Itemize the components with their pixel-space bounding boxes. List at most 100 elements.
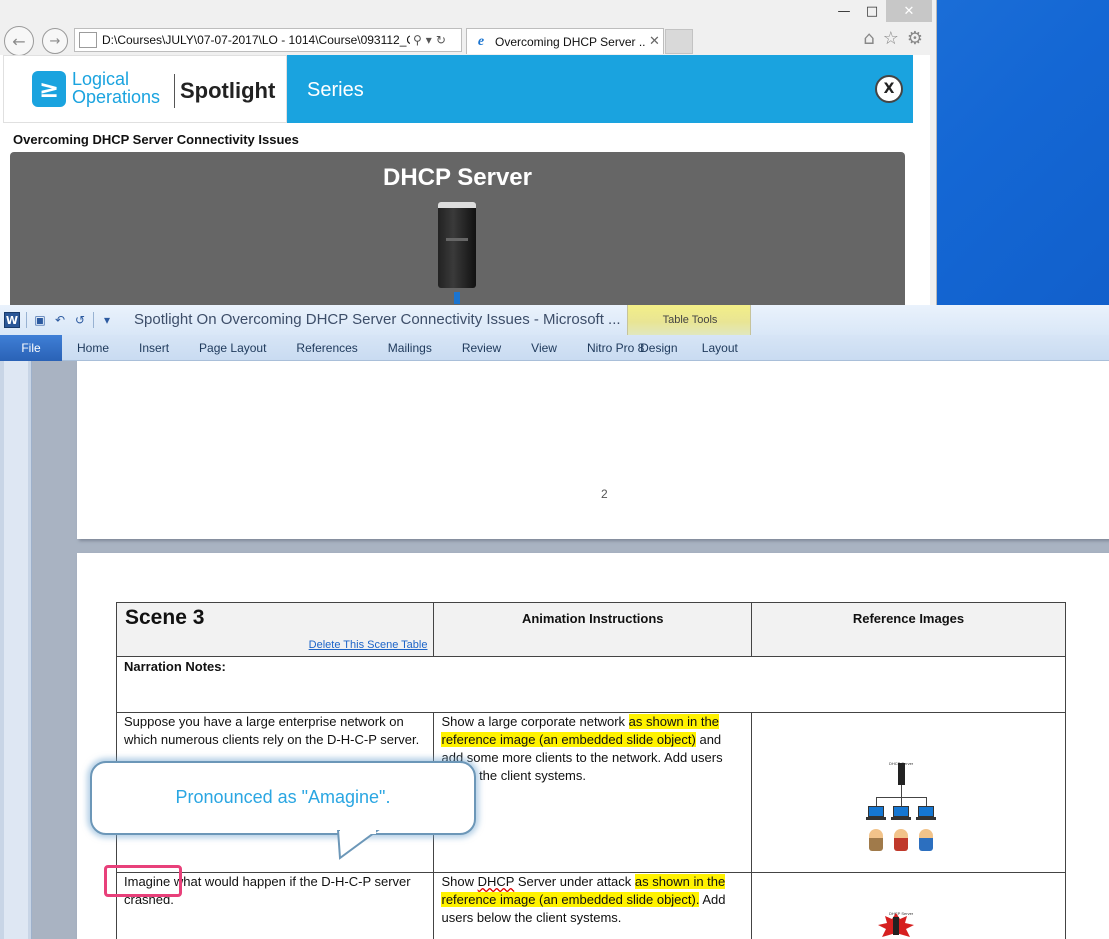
table-tools-label: Table Tools — [662, 314, 718, 326]
word-app-icon[interactable]: W — [4, 312, 20, 328]
connector-line — [925, 797, 927, 806]
course-title: Overcoming DHCP Server Connectivity Issu… — [13, 132, 299, 147]
dropdown-arrow-icon[interactable]: ▾ — [426, 33, 432, 47]
page-number: 2 — [601, 487, 608, 501]
spotlight-header: ≥ Logical Operations Spotlight Series X — [3, 55, 913, 123]
vertical-ruler — [0, 361, 32, 939]
tab-home[interactable]: Home — [62, 341, 124, 355]
toolbar-divider — [93, 312, 94, 328]
logical-operations-logo-icon: ≥ — [32, 71, 66, 107]
animation-instructions-header[interactable]: Animation Instructions — [433, 602, 752, 657]
laptop-icon — [917, 806, 934, 817]
animation-text: Show a large corporate network — [441, 714, 629, 729]
redo-icon[interactable]: ↺ — [73, 313, 87, 327]
narration-text: Suppose you have a large enterprise netw… — [124, 714, 420, 747]
narration-notes-cell[interactable]: Narration Notes: — [116, 656, 1066, 713]
spellcheck-word: DHCP — [477, 874, 515, 889]
word-window: W ▣ ↶ ↺ ▾ Spotlight On Overcoming DHCP S… — [0, 305, 1109, 939]
ie-icon: e — [477, 33, 485, 49]
new-tab-button[interactable] — [665, 29, 693, 54]
table-tools-tabs: Design Layout — [628, 335, 750, 361]
laptop-icon — [890, 817, 911, 820]
series-bar: Series X — [287, 55, 913, 123]
browser-navigation-bar: ← → D:\Courses\JULY\07-07-2017\LO - 1014… — [0, 24, 937, 56]
narration-notes-label: Narration Notes: — [124, 659, 226, 674]
logo-line-1: Logical — [72, 69, 130, 89]
connector-line — [900, 785, 902, 797]
server-attack-icon — [877, 913, 914, 937]
quick-access-toolbar: W ▣ ↶ ↺ ▾ — [4, 312, 114, 328]
laptop-icon — [867, 806, 884, 817]
tab-page-layout[interactable]: Page Layout — [184, 341, 281, 355]
tab-review[interactable]: Review — [447, 341, 516, 355]
maximize-button[interactable]: □ — [858, 0, 886, 22]
page-icon — [79, 32, 97, 48]
address-bar[interactable]: D:\Courses\JULY\07-07-2017\LO - 1014\Cou… — [74, 28, 462, 52]
ribbon-tabs: File Home Insert Page Layout References … — [0, 335, 659, 361]
home-icon[interactable]: ⌂ — [863, 28, 874, 49]
address-text[interactable]: D:\Courses\JULY\07-07-2017\LO - 1014\Cou… — [102, 33, 410, 47]
tab-layout[interactable]: Layout — [702, 341, 738, 355]
star-icon[interactable]: ☆ — [883, 28, 899, 49]
connector-line — [900, 797, 902, 806]
laptop-icon — [915, 817, 936, 820]
browser-window: — □ ✕ ← → D:\Courses\JULY\07-07-2017\LO … — [0, 0, 937, 312]
spotlight-brand: Spotlight — [180, 78, 276, 103]
close-course-button[interactable]: X — [875, 75, 903, 103]
reference-image-cell[interactable]: DHCP Server — [750, 872, 1067, 939]
logo-line-2: Operations — [72, 87, 161, 107]
laptop-icon — [865, 817, 886, 820]
server-cable-icon — [454, 292, 460, 304]
animation-text: Show — [441, 874, 478, 889]
annotation-highlight-box — [104, 865, 182, 897]
animation-text: Server under attack — [514, 874, 635, 889]
scene-title: Scene 3 — [125, 606, 205, 629]
server-tower-icon — [438, 202, 476, 288]
tab-mailings[interactable]: Mailings — [373, 341, 447, 355]
laptop-icon — [892, 806, 909, 817]
document-area[interactable]: 2 Scene 3 Delete This Scene Table Animat… — [0, 361, 1109, 939]
tab-file[interactable]: File — [0, 335, 62, 361]
reference-image-cell[interactable]: DHCP Server — [750, 712, 1067, 873]
server-icon — [897, 763, 905, 785]
reference-images-header[interactable]: Reference Images — [750, 602, 1067, 657]
close-window-button[interactable]: ✕ — [886, 0, 932, 22]
close-tab-icon[interactable]: ✕ — [649, 34, 660, 49]
animation-cell[interactable]: Show a large corporate network as shown … — [433, 712, 752, 873]
tab-insert[interactable]: Insert — [124, 341, 184, 355]
course-page: ≥ Logical Operations Spotlight Series X … — [0, 55, 930, 312]
save-icon[interactable]: ▣ — [33, 313, 47, 327]
tab-design[interactable]: Design — [640, 341, 677, 355]
minimize-button[interactable]: — — [830, 0, 858, 22]
undo-icon[interactable]: ↶ — [53, 313, 67, 327]
annotation-callout: Pronounced as "Amagine". — [90, 761, 476, 835]
forward-arrow-icon[interactable]: → — [42, 28, 68, 54]
word-title-bar: W ▣ ↶ ↺ ▾ Spotlight On Overcoming DHCP S… — [0, 305, 1109, 335]
animation-cell[interactable]: Show DHCP Server under attack as shown i… — [433, 872, 752, 939]
user-icon — [918, 829, 933, 851]
gear-icon[interactable]: ⚙ — [907, 28, 923, 49]
logo-text: Logical Operations — [72, 70, 160, 106]
scene-title-cell[interactable]: Scene 3 Delete This Scene Table — [115, 602, 435, 657]
network-diagram-image[interactable]: DHCP Server — [752, 713, 1064, 871]
callout-pointer — [336, 830, 380, 860]
tab-view[interactable]: View — [516, 341, 572, 355]
user-icon — [893, 829, 908, 851]
tab-references[interactable]: References — [281, 341, 372, 355]
logo: ≥ Logical Operations Spotlight — [3, 55, 287, 123]
server-attack-image[interactable]: DHCP Server — [752, 873, 1064, 939]
logo-divider — [174, 74, 175, 108]
back-arrow-icon[interactable]: ← — [4, 26, 34, 56]
delete-scene-table-link[interactable]: Delete This Scene Table — [309, 636, 428, 654]
callout-text: Pronounced as "Amagine". — [175, 787, 391, 807]
document-page[interactable]: 2 — [77, 361, 1109, 539]
browser-tab[interactable]: e Overcoming DHCP Server ... ✕ — [466, 28, 664, 54]
refresh-icon[interactable]: ↻ — [436, 33, 446, 47]
window-controls: — □ ✕ — [830, 0, 932, 22]
document-page[interactable]: Scene 3 Delete This Scene Table Animatio… — [77, 553, 1109, 939]
customize-toolbar-icon[interactable]: ▾ — [100, 313, 114, 327]
connector-line — [875, 797, 877, 806]
search-icon[interactable]: ⚲ — [413, 33, 422, 47]
document-title: Spotlight On Overcoming DHCP Server Conn… — [134, 311, 621, 328]
slide-title: DHCP Server — [383, 164, 532, 191]
